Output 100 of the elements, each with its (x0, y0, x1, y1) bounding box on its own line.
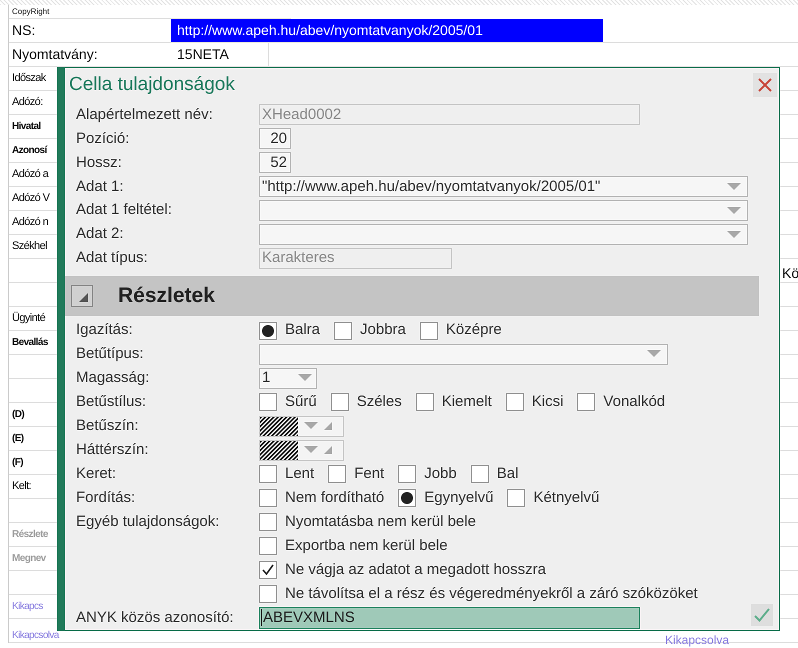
resize-corner-icon (324, 422, 332, 430)
close-button[interactable] (753, 73, 777, 98)
dropdown[interactable] (259, 200, 748, 222)
checkbox[interactable] (398, 465, 416, 484)
collapse-toggle-button[interactable] (71, 284, 93, 307)
row-label: Kikapcsolva (11, 630, 59, 642)
option-label: Nyomtatásba nem kerül bele (285, 512, 476, 532)
option-label: Középre (446, 320, 502, 340)
cell-text: Kikapcsolva (665, 634, 730, 646)
number-field[interactable]: 52 (259, 152, 291, 174)
field-label: Alapértelmezett név: (76, 104, 214, 125)
field-label: Adat 1: (76, 176, 125, 197)
radio-button[interactable] (259, 489, 277, 508)
checkbox[interactable] (259, 393, 277, 412)
ok-button[interactable] (751, 604, 773, 626)
option-label: Jobb (424, 464, 457, 484)
radio-button[interactable] (259, 322, 277, 340)
option-label: Ne vágja az adatot a megadott hosszra (285, 560, 546, 580)
row-label: Kelt: (11, 479, 32, 494)
option-label: Széles (356, 392, 402, 412)
row-label: (F) (11, 456, 23, 470)
checkbox[interactable] (259, 561, 277, 580)
dialog-title: Cella tulajdonságok (69, 73, 235, 98)
dropdown[interactable]: 1 (259, 368, 317, 389)
text-cursor (261, 609, 262, 626)
resize-corner-icon (324, 446, 332, 454)
field-label: Adat 1 feltétel: (76, 200, 173, 220)
dropdown[interactable] (259, 224, 748, 246)
field-label: Fordítás: (76, 488, 136, 508)
checkmark-icon (754, 608, 770, 622)
row-label: Adózó V (11, 191, 50, 206)
field-label: Betűszín: (76, 416, 140, 436)
input-field[interactable]: ABEVXMLNS (259, 606, 640, 629)
field-label: Egyéb tulajdonságok: (76, 512, 220, 532)
hatched-swatch-icon (260, 416, 298, 436)
checkbox[interactable] (328, 465, 346, 484)
row-label: Adózó: (11, 95, 43, 110)
hatched-swatch-icon (260, 440, 298, 460)
option-label: Jobbra (360, 320, 406, 340)
option-label: Kétnyelvű (533, 488, 600, 508)
field-label: Betűstílus: (76, 392, 148, 412)
dropdown-arrow-icon (647, 350, 661, 358)
number-field[interactable]: 20 (259, 128, 291, 150)
field-label: Pozíció: (76, 128, 130, 149)
field-label: Hossz: (76, 152, 123, 173)
color-picker[interactable] (259, 440, 344, 461)
checkbox[interactable] (259, 465, 277, 484)
checkbox[interactable] (470, 465, 489, 484)
field-label: Adat 2: (76, 224, 125, 244)
row-label: Székhel (11, 239, 47, 254)
field-label: Adat típus: (76, 248, 149, 268)
option-label: Balra (285, 320, 320, 340)
dropdown-arrow-icon (727, 206, 741, 215)
row-label: Részlete (11, 528, 48, 542)
radio-button[interactable] (334, 322, 352, 340)
readonly-field: Karakteres (259, 248, 452, 270)
row-label: (D) (11, 408, 24, 422)
option-label: Sűrű (285, 392, 317, 412)
checkbox[interactable] (506, 393, 524, 412)
checkbox[interactable] (416, 393, 434, 412)
option-label: Bal (496, 464, 518, 484)
checkbox[interactable] (259, 513, 277, 532)
close-icon (758, 78, 772, 92)
checkbox[interactable] (330, 393, 349, 412)
option-label: Egynyelvű (424, 488, 494, 508)
field-label: Keret: (76, 464, 118, 484)
checkbox[interactable] (259, 584, 277, 603)
field-label: ANYK közös azonosító: (76, 608, 235, 628)
radio-button[interactable] (398, 489, 416, 508)
row-label: Azonosí (11, 144, 47, 158)
field-label: Betűtípus: (76, 344, 145, 364)
row-label: Kikapcs (11, 600, 43, 614)
row-label: NS: (11, 21, 36, 40)
option-label: Vonalkód (603, 392, 666, 412)
option-label: Ne távolítsa el a rész és végeredményekről a záró szóközöket (285, 584, 698, 604)
row-label: Ügyinté (11, 310, 46, 326)
cell-value: 15NETA (171, 43, 269, 66)
field-label: Igazítás: (76, 320, 134, 340)
dropdown-arrow-icon (727, 230, 741, 239)
field-label: Magasság: (76, 368, 150, 388)
option-label: Nem fordítható (285, 488, 384, 508)
radio-button[interactable] (507, 489, 526, 508)
dropdown-arrow-icon (727, 182, 741, 191)
checkbox[interactable] (259, 537, 277, 556)
option-label: Kiemelt (442, 392, 492, 412)
row-label: Adózó a (11, 167, 48, 182)
row-label: (E) (11, 432, 24, 446)
dropdown[interactable]: "http://www.apeh.hu/abev/nyomtatvanyok/2005/01" (259, 176, 748, 198)
field-label: Háttérszín: (76, 440, 150, 460)
row-label: Hivatal (11, 120, 41, 134)
dropdown-arrow-icon (304, 422, 318, 430)
readonly-field: XHead0002 (259, 104, 640, 126)
row-label: Időszak (11, 71, 46, 86)
radio-button[interactable] (420, 322, 438, 340)
row-label: Adózó n (11, 215, 48, 230)
row-label: Megnev (11, 552, 46, 566)
checkbox[interactable] (577, 393, 596, 412)
copyright-label: CopyRight (11, 6, 50, 18)
option-label: Lent (285, 464, 314, 484)
color-picker[interactable] (259, 416, 344, 437)
